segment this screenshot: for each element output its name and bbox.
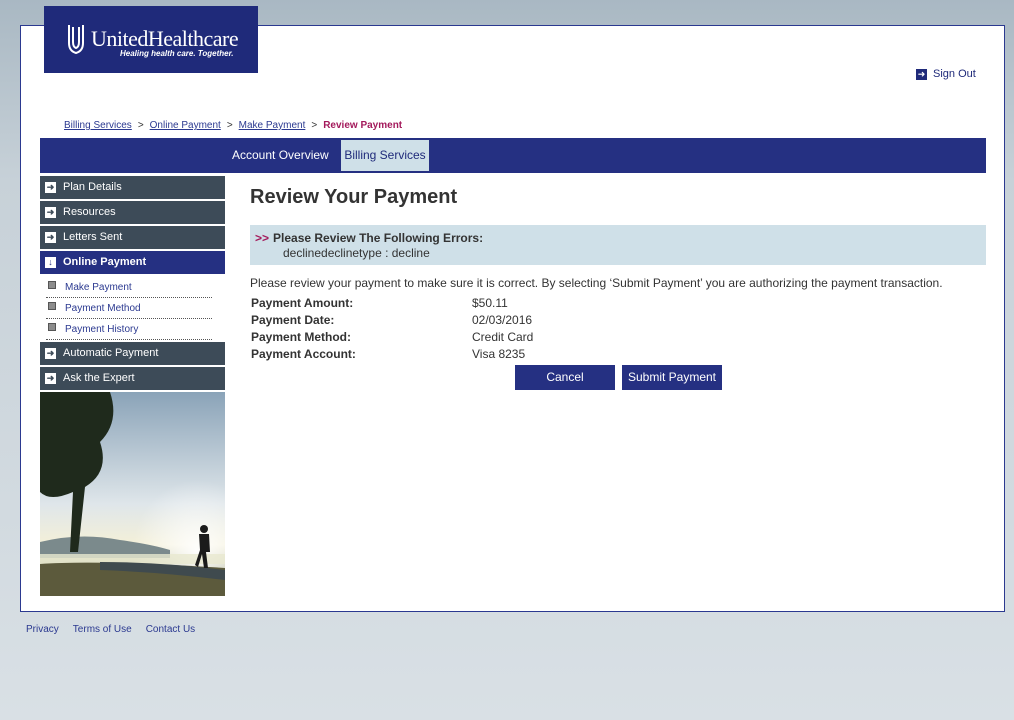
sidebar-item-label: Plan Details (63, 181, 122, 193)
detail-row: Payment Method: Credit Card (251, 330, 651, 347)
square-bullet-icon (48, 281, 56, 289)
breadcrumb-separator: > (226, 120, 233, 131)
payment-date-label: Payment Date: (251, 313, 335, 327)
subnav-item-payment-method[interactable]: Payment Method (46, 298, 212, 319)
sidebar-item-automatic-payment[interactable]: ➜ Automatic Payment (40, 342, 225, 365)
tab-account-overview[interactable]: Account Overview (227, 140, 334, 171)
sidebar-item-label: Resources (63, 206, 116, 218)
payment-method-value: Credit Card (472, 330, 534, 344)
sidebar-item-label: Online Payment (63, 256, 147, 268)
subnav-item-label: Make Payment (65, 281, 132, 293)
sidebar-item-label: Ask the Expert (63, 372, 135, 384)
payment-details: Payment Amount: $50.11 Payment Date: 02/… (251, 296, 651, 364)
breadcrumb-online-payment[interactable]: Online Payment (150, 120, 221, 131)
sidebar-item-ask-the-expert[interactable]: ➜ Ask the Expert (40, 367, 225, 390)
breadcrumb: Billing Services > Online Payment > Make Pay… (64, 120, 402, 131)
arrow-right-icon: ➜ (45, 232, 56, 243)
footer-link-privacy[interactable]: Privacy (26, 624, 59, 635)
arrow-right-icon: ➜ (45, 348, 56, 359)
detail-row: Payment Amount: $50.11 (251, 296, 651, 313)
arrow-right-icon: ➜ (45, 207, 56, 218)
payment-account-value: Visa 8235 (472, 347, 526, 361)
submit-payment-button[interactable]: Submit Payment (622, 365, 722, 390)
breadcrumb-separator: > (311, 120, 318, 131)
main-content: Review Your Payment >> Please Review The … (250, 186, 986, 390)
breadcrumb-current: Review Payment (323, 120, 403, 131)
footer-links: Privacy Terms of Use Contact Us (26, 624, 195, 635)
subnav-item-label: Payment History (65, 323, 139, 335)
error-heading: >> Please Review The Following Errors: (255, 231, 483, 245)
payment-amount-value: $50.11 (472, 296, 508, 310)
square-bullet-icon (48, 323, 56, 331)
arrow-down-icon: ↓ (45, 257, 56, 268)
error-heading-text: Please Review The Following Errors: (273, 231, 484, 245)
page-title: Review Your Payment (250, 186, 458, 208)
arrow-right-icon: ➜ (45, 373, 56, 384)
double-chevron-icon: >> (255, 231, 270, 245)
sidebar-item-label: Letters Sent (63, 231, 123, 243)
sidebar-item-label: Automatic Payment (63, 347, 159, 359)
footer-link-contact-us[interactable]: Contact Us (146, 624, 195, 635)
error-message: declinedeclinetype : decline (283, 246, 430, 260)
arrow-right-icon: ➜ (45, 182, 56, 193)
detail-row: Payment Account: Visa 8235 (251, 347, 651, 364)
unitedhealthcare-logo[interactable]: UnitedHealthcare Healing health care. To… (44, 6, 258, 73)
arrow-right-icon: ➜ (916, 68, 927, 80)
breadcrumb-separator: > (137, 120, 144, 131)
payment-method-label: Payment Method: (251, 330, 352, 344)
runner-landscape-photo (40, 392, 225, 596)
sidebar-item-online-payment[interactable]: ↓ Online Payment (40, 251, 225, 274)
sign-out-label: Sign Out (933, 68, 976, 80)
sidebar-item-letters-sent[interactable]: ➜ Letters Sent (40, 226, 225, 249)
sidebar-item-resources[interactable]: ➜ Resources (40, 201, 225, 224)
footer-link-terms-of-use[interactable]: Terms of Use (73, 624, 132, 635)
error-box: >> Please Review The Following Errors: de… (250, 225, 986, 265)
detail-row: Payment Date: 02/03/2016 (251, 313, 651, 330)
sidebar: ➜ Plan Details ➜ Resources ➜ Letters Sen… (40, 176, 225, 596)
sign-out-link[interactable]: ➜ Sign Out (916, 68, 976, 80)
payment-amount-label: Payment Amount: (251, 296, 354, 310)
review-note: Please review your payment to make sure … (250, 276, 943, 290)
subnav-item-make-payment[interactable]: Make Payment (46, 277, 212, 298)
brand-tagline: Healing health care. Together. (120, 49, 234, 58)
top-navigation: Account Overview Billing Services (40, 138, 986, 173)
cancel-button[interactable]: Cancel (515, 365, 615, 390)
uhc-shield-icon (68, 25, 84, 55)
payment-account-label: Payment Account: (251, 347, 356, 361)
payment-date-value: 02/03/2016 (472, 313, 533, 327)
square-bullet-icon (48, 302, 56, 310)
breadcrumb-billing-services[interactable]: Billing Services (64, 120, 132, 131)
tab-billing-services[interactable]: Billing Services (341, 140, 429, 171)
breadcrumb-make-payment[interactable]: Make Payment (239, 120, 306, 131)
sidebar-item-plan-details[interactable]: ➜ Plan Details (40, 176, 225, 199)
subnav-item-label: Payment Method (65, 302, 141, 314)
online-payment-subnav: Make Payment Payment Method Payment Hist… (40, 276, 225, 342)
subnav-item-payment-history[interactable]: Payment History (46, 319, 212, 340)
